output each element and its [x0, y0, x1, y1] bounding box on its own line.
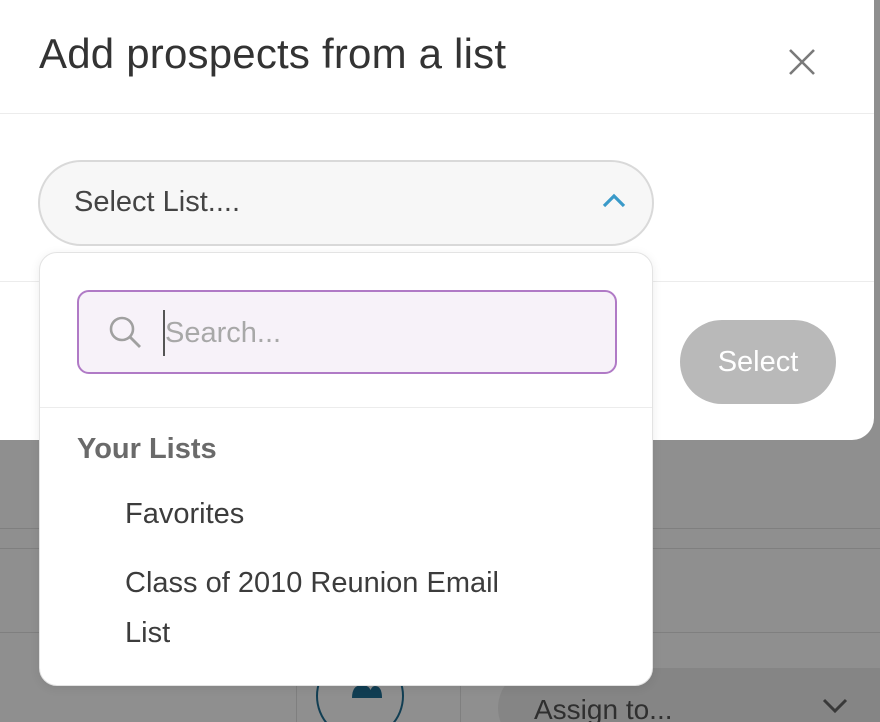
modal-title: Add prospects from a list	[39, 30, 507, 77]
search-icon	[107, 314, 143, 355]
select-list-placeholder: Select List....	[74, 186, 241, 218]
dropdown-divider	[40, 407, 652, 408]
chevron-up-icon	[602, 192, 626, 213]
list-item-class-of-2010-reunion[interactable]: Class of 2010 Reunion Email List	[125, 558, 545, 658]
list-dropdown-panel: Your Lists Favorites Class of 2010 Reuni…	[39, 252, 653, 686]
list-item-favorites[interactable]: Favorites	[125, 489, 545, 539]
close-icon	[788, 48, 816, 81]
modal-header: Add prospects from a list	[0, 0, 874, 114]
search-input[interactable]	[163, 310, 583, 356]
search-box	[77, 290, 617, 374]
select-list-dropdown[interactable]: Select List....	[38, 160, 654, 246]
group-heading-your-lists: Your Lists	[77, 433, 217, 465]
close-button[interactable]	[780, 42, 824, 86]
select-button[interactable]: Select	[680, 320, 836, 404]
